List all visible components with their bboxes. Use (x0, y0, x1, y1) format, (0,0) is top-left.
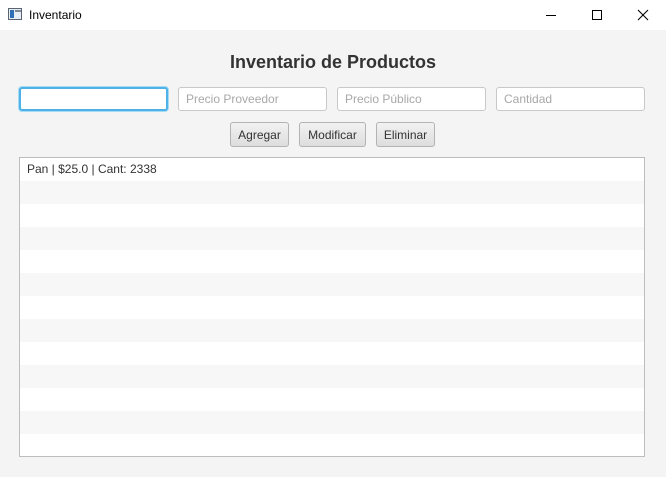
maximize-icon (592, 10, 602, 20)
precio-proveedor-input[interactable] (178, 87, 327, 111)
modificar-button[interactable]: Modificar (299, 122, 366, 147)
maximize-button[interactable] (574, 0, 620, 30)
empty-list-row (20, 342, 644, 365)
empty-list-row (20, 319, 644, 342)
window-app-icon (8, 8, 22, 20)
minimize-button[interactable] (528, 0, 574, 30)
list-item[interactable]: Pan | $25.0 | Cant: 2338 (20, 158, 644, 181)
cantidad-input[interactable] (496, 87, 645, 111)
empty-list-row (20, 227, 644, 250)
empty-list-row (20, 273, 644, 296)
page-title: Inventario de Productos (229, 52, 437, 72)
empty-list-row (20, 411, 644, 434)
close-icon (637, 9, 649, 21)
empty-list-row (20, 181, 644, 204)
nombre-input[interactable] (19, 87, 168, 111)
close-button[interactable] (620, 0, 666, 30)
eliminar-button[interactable]: Eliminar (376, 122, 435, 147)
empty-list-row (20, 204, 644, 227)
empty-list-row (20, 365, 644, 388)
minimize-icon (546, 15, 556, 16)
window-title: Inventario (29, 8, 82, 22)
empty-list-row (20, 388, 644, 411)
title-bar[interactable]: Inventario (0, 0, 666, 30)
empty-list-row (20, 296, 644, 319)
product-list[interactable]: Pan | $25.0 | Cant: 2338 (19, 157, 645, 457)
agregar-button[interactable]: Agregar (230, 122, 289, 147)
window-content: Inventario de Productos Agregar Modifica… (0, 30, 666, 477)
precio-publico-input[interactable] (337, 87, 486, 111)
empty-list-row (20, 434, 644, 456)
empty-list-row (20, 250, 644, 273)
